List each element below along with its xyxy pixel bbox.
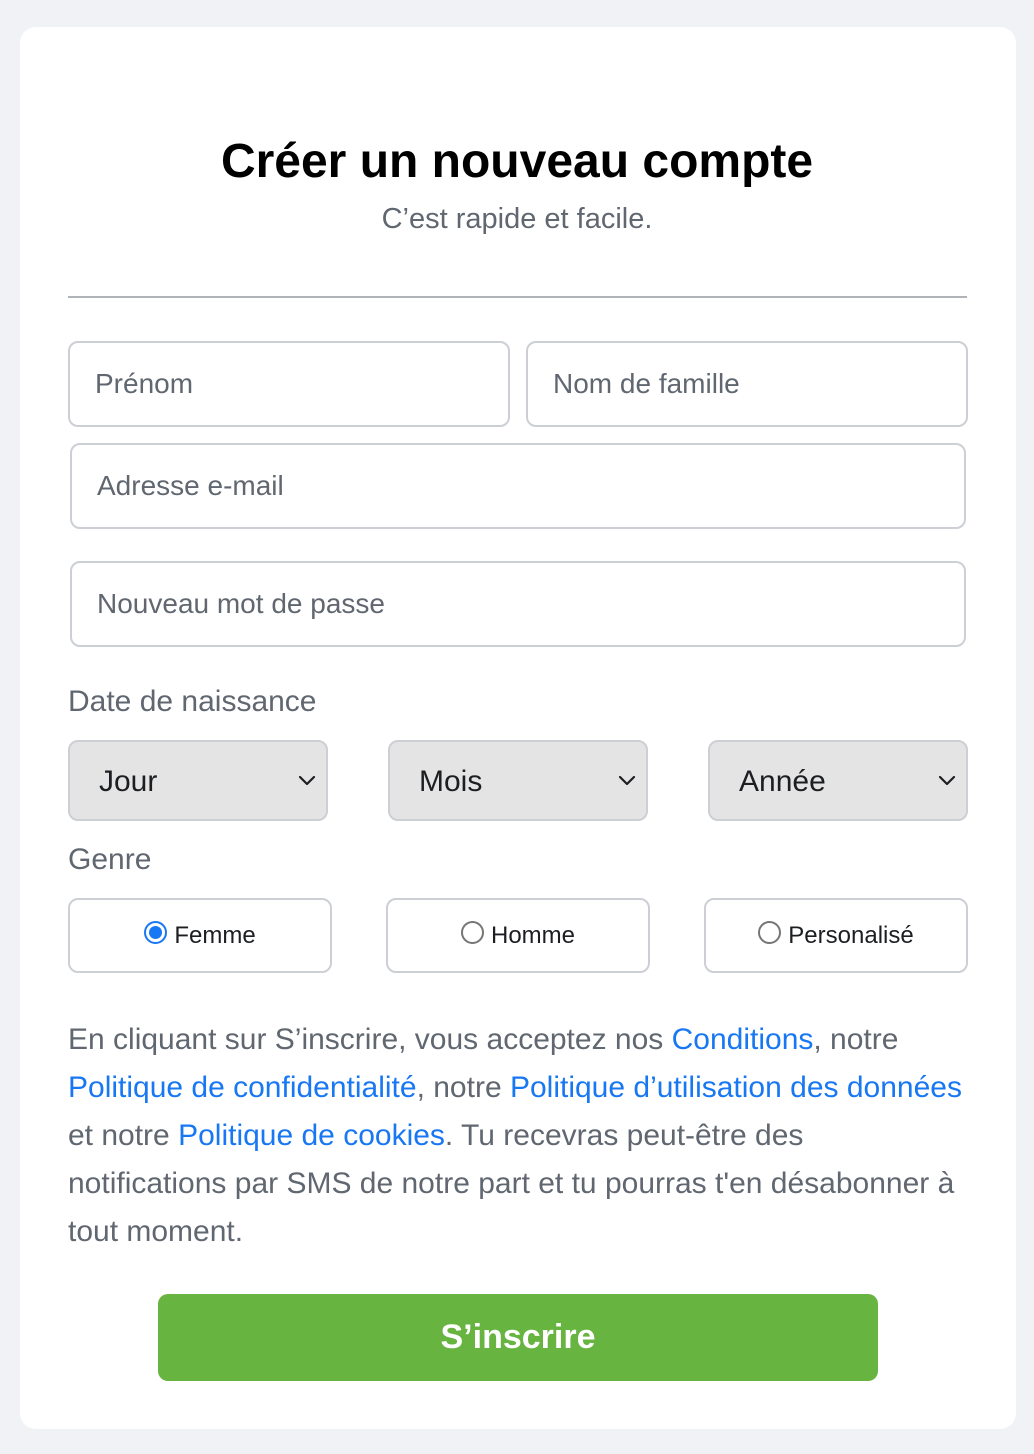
terms-link[interactable]: Conditions [672, 1023, 814, 1056]
legal-text: En cliquant sur S’inscrire, vous accepte… [68, 1016, 968, 1256]
chevron-down-icon [938, 775, 956, 786]
month-select[interactable]: Mois [388, 740, 648, 821]
radio-unchecked-icon[interactable] [758, 921, 782, 944]
day-select[interactable]: Jour [68, 740, 328, 821]
first-name-input[interactable] [68, 341, 510, 427]
gender-option-label: Personalisé [788, 922, 914, 949]
radio-unchecked-icon[interactable] [460, 921, 484, 944]
birthdate-label: Date de naissance [68, 685, 317, 718]
year-select[interactable]: Année [708, 740, 968, 821]
legal-text-part: et notre [68, 1119, 179, 1152]
gender-option-label: Homme [490, 922, 575, 949]
year-select-value: Année [739, 765, 826, 798]
chevron-down-icon [618, 775, 636, 786]
gender-option-personalise[interactable]: Personalisé [704, 898, 968, 973]
privacy-policy-link[interactable]: Politique de confidentialité [68, 1071, 417, 1104]
password-input[interactable] [70, 561, 966, 647]
header-divider [68, 296, 967, 298]
day-select-value: Jour [99, 765, 158, 798]
gender-label: Genre [68, 843, 152, 876]
signup-button[interactable]: S’inscrire [158, 1294, 878, 1381]
cookies-policy-link[interactable]: Politique de cookies [178, 1119, 445, 1152]
gender-option-label: Femme [174, 922, 256, 949]
month-select-value: Mois [419, 765, 483, 798]
data-policy-link[interactable]: Politique d’utilisation des données [510, 1071, 962, 1104]
legal-text-part: , notre [416, 1071, 510, 1104]
legal-text-part: En cliquant sur S’inscrire, vous accepte… [68, 1023, 672, 1056]
gender-option-femme[interactable]: Femme [68, 898, 332, 973]
gender-option-homme[interactable]: Homme [386, 898, 650, 973]
page-subtitle: C’est rapide et facile. [381, 203, 653, 235]
email-input[interactable] [70, 443, 966, 529]
legal-text-part: , notre [813, 1023, 899, 1056]
last-name-input[interactable] [526, 341, 968, 427]
page-title: Créer un nouveau compte [220, 135, 814, 188]
chevron-down-icon [298, 775, 316, 786]
radio-checked-icon[interactable] [144, 921, 168, 944]
